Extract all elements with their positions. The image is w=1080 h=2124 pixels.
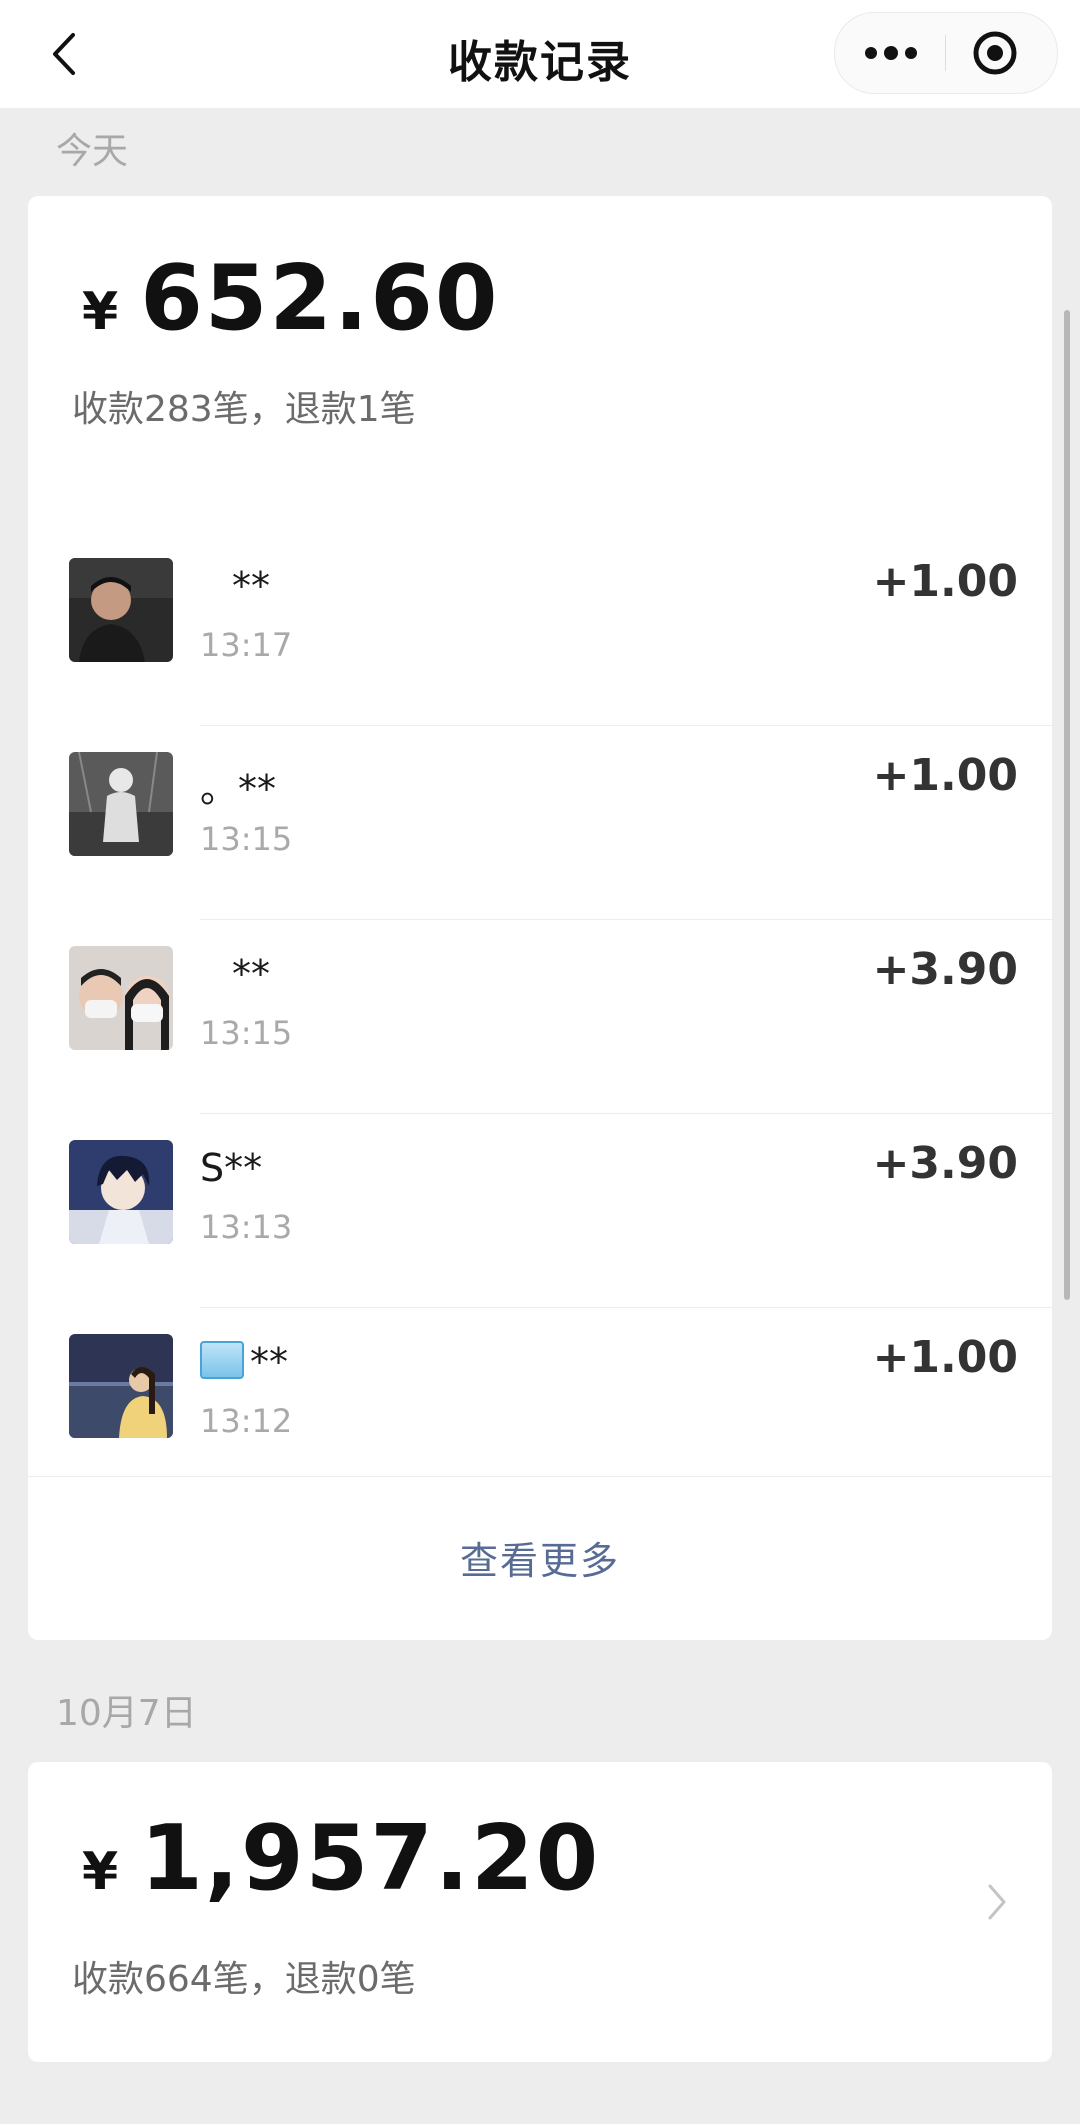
payer-name: S** xyxy=(200,1146,263,1190)
summary-text: 收款283笔，退款1笔 xyxy=(72,389,416,430)
list-item[interactable]: ** 13:15 +3.90 xyxy=(28,920,1052,1114)
avatar xyxy=(69,1334,173,1438)
avatar xyxy=(69,752,173,856)
section-date-today: 今天 xyxy=(56,131,129,172)
total-amount: 652.60 xyxy=(140,246,500,351)
payment-amount: +1.00 xyxy=(872,1332,1018,1383)
payment-time: 13:15 xyxy=(200,1014,293,1052)
more-button[interactable] xyxy=(855,33,927,73)
payment-time: 13:15 xyxy=(200,820,293,858)
payment-amount: +1.00 xyxy=(872,556,1018,607)
payment-time: 13:17 xyxy=(200,626,293,664)
avatar xyxy=(69,946,173,1050)
currency-symbol: ¥ xyxy=(82,1842,119,1902)
currency-symbol: ¥ xyxy=(82,282,119,342)
today-card: ¥ 652.60 收款283笔，退款1笔 ** 13:17 +1.00 。** … xyxy=(28,196,1052,1640)
see-more-link[interactable]: 查看更多 xyxy=(28,1530,1052,1585)
today-total: ¥ 652.60 xyxy=(82,246,500,351)
more-dots-icon xyxy=(865,46,917,60)
payer-name-text: ** xyxy=(250,1340,288,1384)
list-item[interactable]: S** 13:13 +3.90 xyxy=(28,1114,1052,1308)
summary-text: 收款664笔，退款0笔 xyxy=(72,1959,416,2000)
avatar xyxy=(69,558,173,662)
chevron-right-icon xyxy=(986,1882,1008,1926)
list-item[interactable]: 。** 13:15 +1.00 xyxy=(28,726,1052,920)
payment-time: 13:13 xyxy=(200,1208,293,1246)
payer-name: ** xyxy=(232,564,270,608)
payment-time: 13:12 xyxy=(200,1402,293,1440)
capsule-divider xyxy=(945,35,946,71)
payment-amount: +3.90 xyxy=(872,944,1018,995)
total-amount: 1,957.20 xyxy=(140,1806,601,1911)
mini-program-capsule xyxy=(834,12,1058,94)
payment-amount: +3.90 xyxy=(872,1138,1018,1189)
payer-name: 。** xyxy=(200,767,277,811)
payment-amount: +1.00 xyxy=(872,750,1018,801)
payer-name: ** xyxy=(232,952,270,996)
oct7-total: ¥ 1,957.20 xyxy=(82,1806,600,1911)
close-mini-program-button[interactable] xyxy=(965,27,1025,79)
scrollbar-thumb[interactable] xyxy=(1064,310,1070,1300)
list-item[interactable]: ** 13:17 +1.00 xyxy=(28,532,1052,726)
ice-cube-icon xyxy=(200,1341,244,1379)
see-more-divider xyxy=(28,1476,1052,1477)
top-nav-bar: 收款记录 xyxy=(0,0,1080,108)
target-circle-icon xyxy=(973,31,1017,75)
avatar xyxy=(69,1140,173,1244)
oct7-card[interactable]: ¥ 1,957.20 收款664笔，退款0笔 xyxy=(28,1762,1052,2062)
list-item[interactable]: ** 13:12 +1.00 xyxy=(28,1308,1052,1502)
section-date-oct7: 10月7日 xyxy=(56,1693,197,1734)
payer-name: ** xyxy=(200,1340,288,1384)
today-summary[interactable]: ¥ 652.60 收款283笔，退款1笔 xyxy=(28,196,1052,516)
